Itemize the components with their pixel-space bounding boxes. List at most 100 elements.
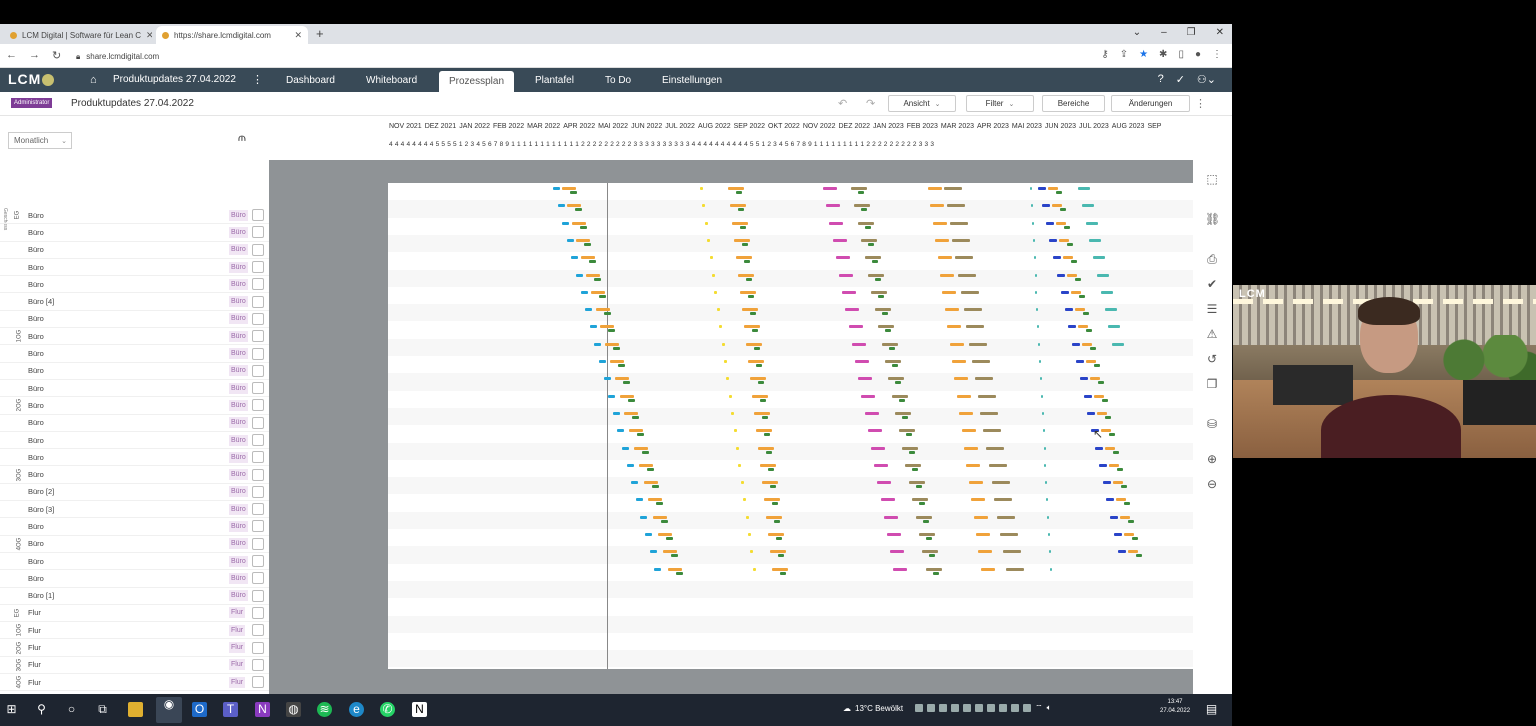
task-bar[interactable] [667,567,682,571]
task-bar[interactable] [909,450,915,454]
task-bar[interactable] [595,308,610,312]
task-bar[interactable] [1000,533,1018,536]
volume-icon[interactable]: 🔈︎ [1047,703,1052,713]
task-bar[interactable] [756,364,762,367]
task-bar[interactable] [619,394,634,398]
task-bar[interactable] [1079,377,1088,381]
task-bar[interactable] [728,394,732,398]
row-checkbox[interactable] [252,209,264,222]
task-bar[interactable] [626,463,634,467]
location-row[interactable]: Büro Büro [0,259,269,277]
task-bar[interactable] [854,204,871,208]
task-bar[interactable] [960,290,979,294]
task-bar[interactable] [768,467,774,471]
task-bar[interactable] [858,377,873,381]
task-bar[interactable] [994,498,1013,502]
task-bar[interactable] [893,567,908,571]
project-menu-icon[interactable]: ⋮ [252,73,263,86]
task-bar[interactable] [599,360,606,363]
task-bar[interactable] [1097,411,1108,415]
task-bar[interactable] [758,381,764,385]
browser-tab-lcm[interactable]: LCM Digital | Software für Lean C ✕ [4,26,152,44]
restore-icon[interactable]: ❐ [1187,27,1196,38]
location-row[interactable]: Büro Büro [0,432,269,450]
task-bar[interactable] [1085,221,1098,225]
task-bar[interactable] [734,238,750,242]
windows-start-icon[interactable]: ⊞ [4,702,19,717]
task-bar[interactable] [738,463,742,467]
task-bar[interactable] [1068,325,1077,329]
task-bar[interactable] [928,187,942,190]
task-bar[interactable] [605,342,620,346]
task-bar[interactable] [635,498,643,502]
task-bar[interactable] [1112,342,1125,346]
task-bar[interactable] [969,342,988,346]
file-explorer-icon[interactable] [128,702,143,717]
task-bar[interactable] [926,537,932,540]
teams-icon[interactable]: T [223,702,238,717]
edge-icon[interactable]: e [349,702,364,717]
task-bar[interactable] [1078,325,1089,329]
task-bar[interactable] [1078,187,1090,190]
task-bar[interactable] [766,450,772,454]
task-bar[interactable] [1075,277,1081,281]
task-bar[interactable] [707,238,711,242]
task-bar[interactable] [1048,533,1050,536]
tray-icon[interactable] [999,704,1008,712]
task-bar[interactable] [973,515,988,519]
task-bar[interactable] [744,260,750,264]
task-bar[interactable] [638,463,653,467]
task-bar[interactable] [891,394,908,398]
task-bar[interactable] [608,329,616,333]
task-bar[interactable] [1047,515,1050,519]
row-checkbox[interactable] [252,295,264,308]
new-tab-button[interactable]: + [316,26,324,41]
task-bar[interactable] [1040,394,1043,398]
location-row[interactable]: Büro [4] Büro [0,293,269,311]
task-bar[interactable] [746,342,762,346]
task-bar[interactable] [762,415,768,419]
task-bar[interactable] [675,571,683,575]
task-bar[interactable] [1074,308,1085,312]
forward-icon[interactable]: → [29,49,40,62]
task-bar[interactable] [861,394,876,398]
profile-icon[interactable]: ● [1195,49,1201,60]
row-checkbox[interactable] [252,312,264,325]
task-bar[interactable] [895,381,902,385]
task-bar[interactable] [651,485,659,489]
task-bar[interactable] [740,290,756,294]
location-row[interactable]: 4OG Flur Flur [0,674,269,692]
task-bar[interactable] [640,515,648,519]
task-bar[interactable] [925,567,942,571]
task-bar[interactable] [1057,273,1065,277]
notion-icon[interactable]: N [412,702,427,717]
task-bar[interactable] [1032,238,1035,242]
check-circle-icon[interactable]: ✔ [1205,277,1219,291]
task-bar[interactable] [1127,550,1138,554]
task-bar[interactable] [566,238,574,242]
task-bar[interactable] [902,415,909,419]
link-icon[interactable]: ⛓ [1205,212,1220,226]
task-bar[interactable] [610,360,624,363]
task-bar[interactable] [760,398,766,402]
location-row[interactable]: Büro Büro [0,242,269,259]
task-bar[interactable] [1067,273,1077,277]
task-bar[interactable] [971,498,986,502]
task-bar[interactable] [1070,290,1081,294]
task-bar[interactable] [632,415,640,419]
task-bar[interactable] [932,571,939,575]
row-checkbox[interactable] [252,572,264,585]
list-icon[interactable]: ☰ [1205,302,1219,316]
task-bar[interactable] [835,256,850,260]
tray-icon[interactable] [975,704,984,712]
task-bar[interactable] [1098,463,1107,467]
task-bar[interactable] [1114,533,1122,536]
task-bar[interactable] [1089,377,1100,381]
row-checkbox[interactable] [252,434,264,446]
task-bar[interactable] [898,398,905,402]
task-bar[interactable] [585,308,593,312]
task-bar[interactable] [746,277,752,281]
task-bar[interactable] [868,273,884,277]
task-bar[interactable] [1108,463,1119,467]
task-bar[interactable] [754,411,770,415]
